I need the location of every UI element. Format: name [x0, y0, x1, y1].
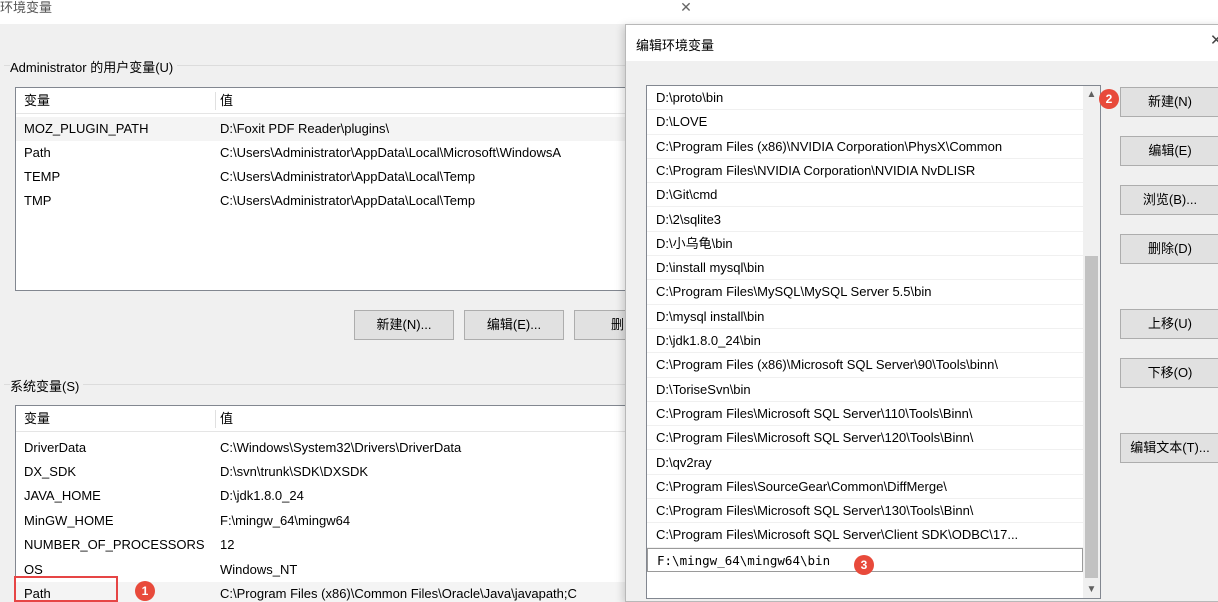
variable-value: C:\Windows\System32\Drivers\DriverData: [220, 440, 462, 455]
chevron-down-icon[interactable]: ▼: [1083, 581, 1100, 598]
user-variables-list[interactable]: 变量 值 MOZ_PLUGIN_PATH D:\Foxit PDF Reader…: [15, 87, 655, 291]
list-item[interactable]: D:\小乌龟\bin: [647, 232, 1083, 257]
table-row[interactable]: DX_SDK D:\svn\trunk\SDK\DXSDK: [16, 460, 654, 484]
new-path-text[interactable]: F:\mingw_64\mingw64\bin: [657, 553, 830, 568]
list-item[interactable]: C:\Program Files\Microsoft SQL Server\13…: [647, 499, 1083, 524]
scrollbar-thumb[interactable]: [1085, 256, 1098, 578]
edit-text-button[interactable]: 编辑文本(T)...: [1120, 433, 1218, 463]
list-item[interactable]: D:\2\sqlite3: [647, 208, 1083, 232]
list-item[interactable]: D:\install mysql\bin: [647, 256, 1083, 281]
system-variables-list[interactable]: 变量 值 DriverData C:\Windows\System32\Driv…: [15, 405, 655, 602]
header-variable[interactable]: 变量: [24, 88, 50, 114]
list-item[interactable]: C:\Program Files\Microsoft SQL Server\12…: [647, 426, 1083, 451]
list-item[interactable]: C:\Program Files\MySQL\MySQL Server 5.5\…: [647, 280, 1083, 305]
table-row[interactable]: JAVA_HOME D:\jdk1.8.0_24: [16, 484, 654, 508]
table-row[interactable]: NUMBER_OF_PROCESSORS 12: [16, 533, 654, 557]
list-item[interactable]: C:\Program Files\SourceGear\Common\DiffM…: [647, 475, 1083, 500]
variable-value: C:\Users\Administrator\AppData\Local\Tem…: [220, 193, 476, 208]
step-badge-3: 3: [854, 555, 874, 575]
table-row[interactable]: TEMP C:\Users\Administrator\AppData\Loca…: [16, 165, 654, 189]
new-button[interactable]: 新建(N): [1120, 87, 1218, 117]
variable-value: D:\jdk1.8.0_24: [220, 488, 304, 503]
variable-value: D:\svn\trunk\SDK\DXSDK: [220, 464, 369, 479]
user-variables-header: 变量 值: [16, 88, 654, 114]
vertical-scrollbar[interactable]: ▲ ▼: [1083, 86, 1100, 598]
table-row[interactable]: MOZ_PLUGIN_PATH D:\Foxit PDF Reader\plug…: [16, 117, 654, 141]
move-down-button[interactable]: 下移(O): [1120, 358, 1218, 388]
variable-name: DriverData: [24, 440, 87, 455]
list-item[interactable]: C:\Program Files (x86)\NVIDIA Corporatio…: [647, 135, 1083, 159]
table-row[interactable]: TMP C:\Users\Administrator\AppData\Local…: [16, 189, 654, 213]
table-row[interactable]: Path C:\Users\Administrator\AppData\Loca…: [16, 141, 654, 165]
header-value[interactable]: 值: [220, 88, 233, 114]
group-divider: [4, 384, 694, 385]
variable-name: MOZ_PLUGIN_PATH: [24, 121, 149, 136]
variable-value: 12: [220, 537, 235, 552]
close-icon[interactable]: ✕: [1210, 31, 1218, 49]
list-item[interactable]: D:\mysql install\bin: [647, 305, 1083, 329]
list-item[interactable]: D:\Git\cmd: [647, 183, 1083, 208]
header-variable[interactable]: 变量: [24, 406, 50, 432]
variable-value: C:\Users\Administrator\AppData\Local\Tem…: [220, 169, 476, 184]
list-item[interactable]: C:\Program Files\NVIDIA Corporation\NVID…: [647, 159, 1083, 184]
system-variables-label: 系统变量(S): [10, 376, 84, 395]
variable-name: MinGW_HOME: [24, 513, 114, 528]
list-item[interactable]: D:\LOVE: [647, 110, 1083, 135]
list-item[interactable]: C:\Program Files\Microsoft SQL Server\11…: [647, 402, 1083, 427]
variable-value: D:\Foxit PDF Reader\plugins\: [220, 121, 390, 136]
user-variables-label: Administrator 的用户变量(U): [10, 57, 178, 76]
header-divider: [215, 92, 216, 110]
title-bar: 环境变量 ✕: [0, 0, 706, 24]
edit-environment-variable-dialog: 编辑环境变量 ✕ D:\proto\bin D:\LOVE C:\Program…: [625, 24, 1218, 602]
variable-value: F:\mingw_64\mingw64: [220, 513, 351, 528]
system-variables-header: 变量 值: [16, 406, 654, 432]
list-item[interactable]: D:\ToriseSvn\bin: [647, 378, 1083, 402]
user-edit-button[interactable]: 编辑(E)...: [464, 310, 564, 340]
header-divider: [215, 410, 216, 428]
list-item[interactable]: D:\proto\bin: [647, 86, 1083, 111]
user-new-button[interactable]: 新建(N)...: [354, 310, 454, 340]
browse-button[interactable]: 浏览(B)...: [1120, 185, 1218, 215]
variable-name: NUMBER_OF_PROCESSORS: [24, 537, 205, 552]
header-value[interactable]: 值: [220, 406, 233, 432]
list-item[interactable]: C:\Program Files\Microsoft SQL Server\Cl…: [647, 523, 1083, 548]
list-item[interactable]: D:\qv2ray: [647, 451, 1083, 475]
move-up-button[interactable]: 上移(U): [1120, 309, 1218, 339]
close-icon[interactable]: ✕: [676, 0, 696, 16]
list-item[interactable]: D:\jdk1.8.0_24\bin: [647, 329, 1083, 354]
variable-value: Windows_NT: [220, 562, 298, 577]
path-highlight-box: [14, 576, 118, 602]
variable-name: TMP: [24, 193, 52, 208]
table-row[interactable]: MinGW_HOME F:\mingw_64\mingw64: [16, 509, 654, 533]
chevron-up-icon[interactable]: ▲: [1083, 86, 1100, 103]
edit-button[interactable]: 编辑(E): [1120, 136, 1218, 166]
dialog-title: 编辑环境变量: [636, 38, 715, 53]
variable-name: Path: [24, 145, 51, 160]
dialog-title-bar: 编辑环境变量 ✕: [626, 25, 1218, 61]
table-row[interactable]: DriverData C:\Windows\System32\Drivers\D…: [16, 436, 654, 460]
variable-value: C:\Program Files (x86)\Common Files\Orac…: [220, 586, 577, 601]
delete-button[interactable]: 删除(D): [1120, 234, 1218, 264]
variable-name: TEMP: [24, 169, 61, 184]
step-badge-2: 2: [1099, 89, 1119, 109]
variable-name: JAVA_HOME: [24, 488, 101, 503]
step-badge-1: 1: [135, 581, 155, 601]
variable-name: DX_SDK: [24, 464, 77, 479]
environment-variables-window: 环境变量 ✕ Administrator 的用户变量(U) 变量 值 MOZ_P…: [0, 0, 706, 602]
path-list[interactable]: D:\proto\bin D:\LOVE C:\Program Files (x…: [646, 85, 1101, 599]
variable-value: C:\Users\Administrator\AppData\Local\Mic…: [220, 145, 562, 160]
window-title: 环境变量: [0, 0, 53, 15]
list-item[interactable]: C:\Program Files (x86)\Microsoft SQL Ser…: [647, 353, 1083, 378]
